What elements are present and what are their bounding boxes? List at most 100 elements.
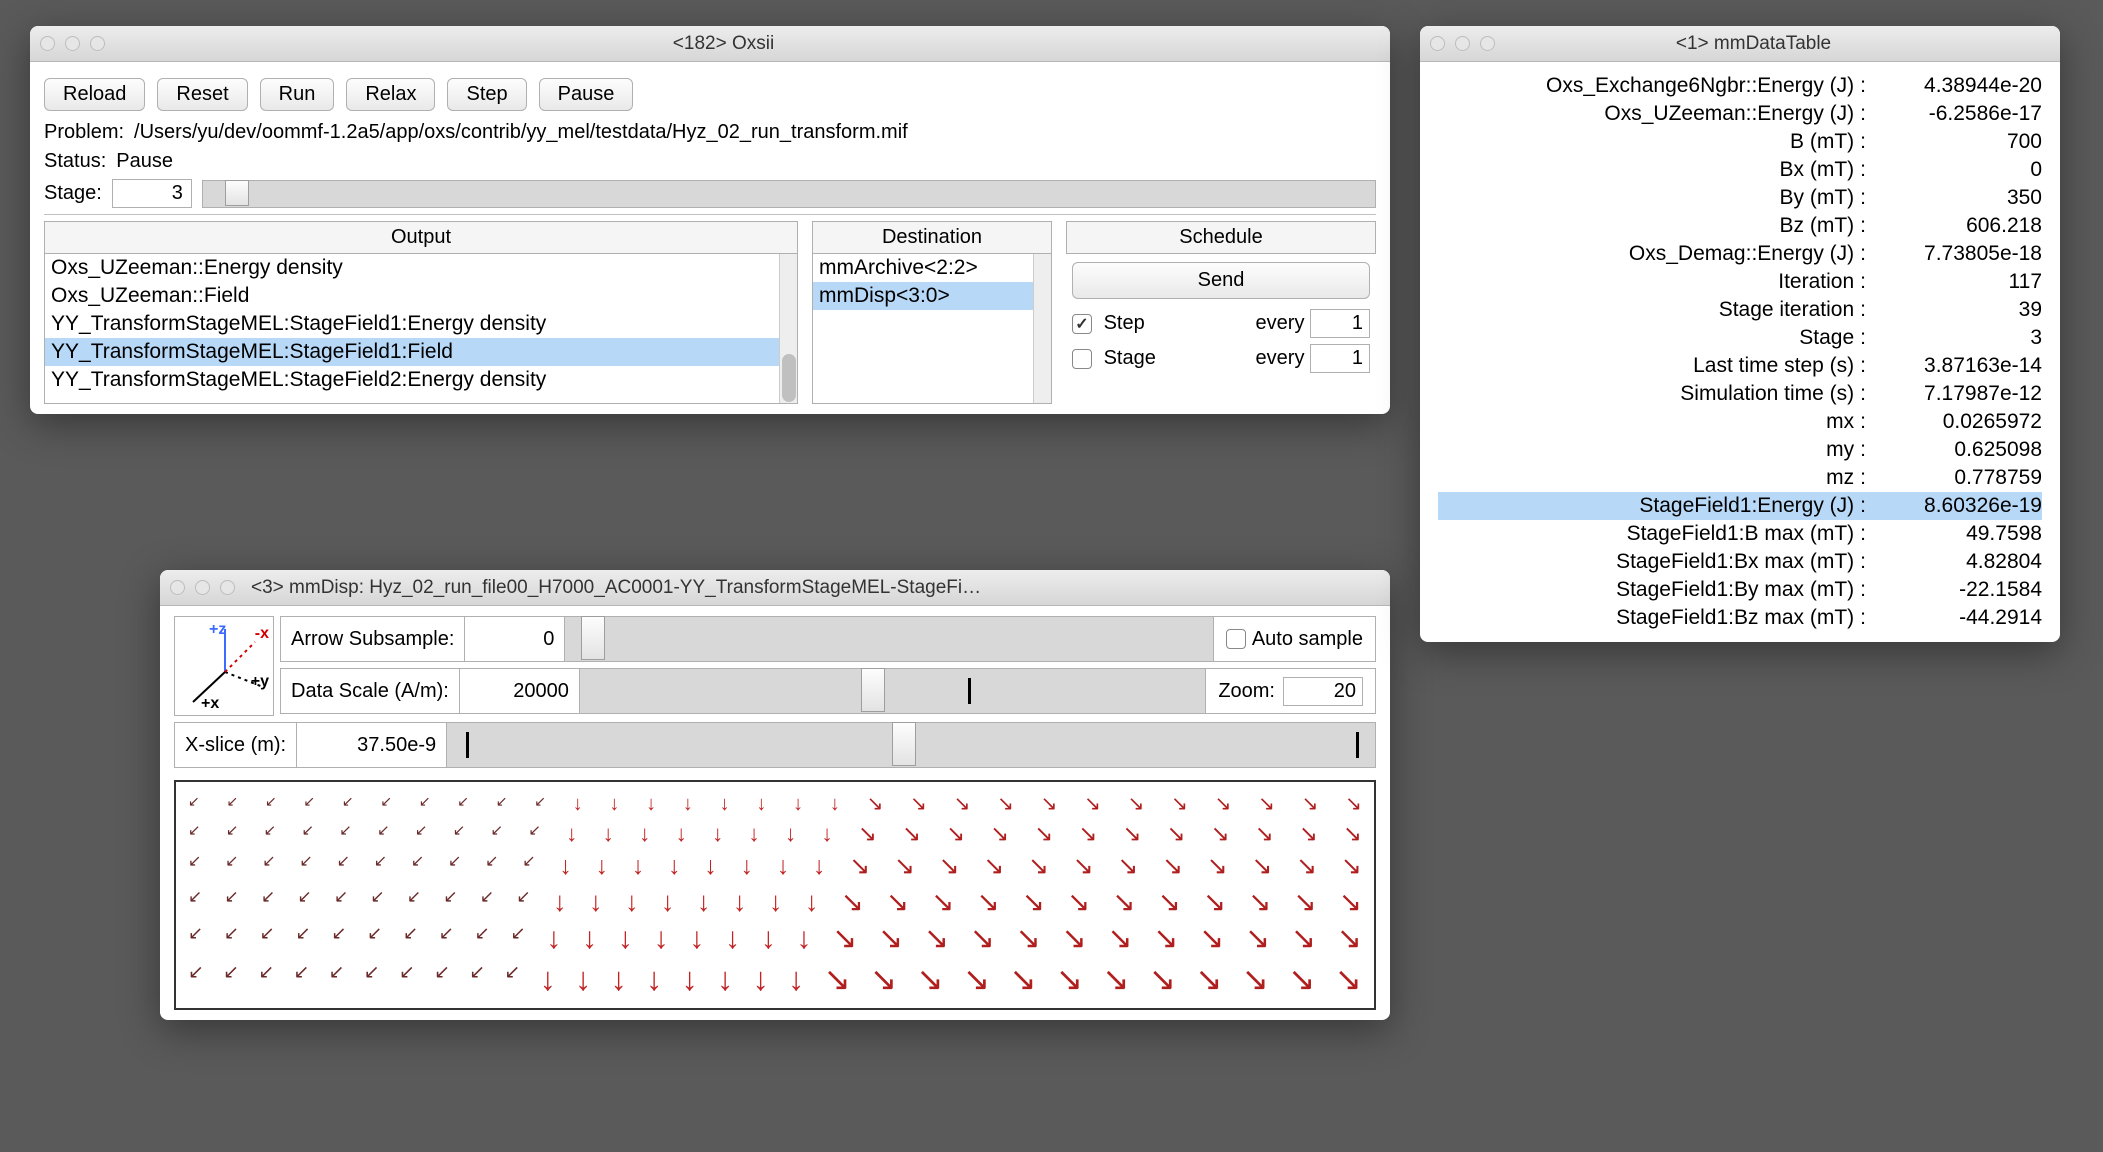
stage-slider-thumb[interactable] xyxy=(225,180,249,206)
destination-list-item[interactable]: mmArchive<2:2> xyxy=(813,254,1033,282)
vector-arrow-icon: ↘ xyxy=(1016,924,1041,954)
send-button[interactable]: Send xyxy=(1072,262,1370,299)
close-icon[interactable] xyxy=(1430,36,1445,51)
datatable-row[interactable]: Bx (mT):0 xyxy=(1438,156,2042,184)
close-icon[interactable] xyxy=(170,580,185,595)
datatable-row[interactable]: my:0.625098 xyxy=(1438,436,2042,464)
datatable-key: my xyxy=(1438,438,1854,462)
stage-slider[interactable] xyxy=(202,180,1376,208)
data-scale-input[interactable]: 20000 xyxy=(459,669,579,713)
auto-sample-checkbox[interactable] xyxy=(1226,629,1246,649)
arrow-subsample-input[interactable]: 0 xyxy=(464,617,564,661)
stage-checkbox[interactable] xyxy=(1072,349,1092,369)
zoom-icon[interactable] xyxy=(1480,36,1495,51)
xslice-input[interactable]: 37.50e-9 xyxy=(296,723,446,767)
datatable-row[interactable]: Oxs_Exchange6Ngbr::Energy (J):4.38944e-2… xyxy=(1438,72,2042,100)
vector-arrow-icon: ↘ xyxy=(990,823,1009,846)
vector-arrow-icon: ↙ xyxy=(534,794,546,814)
datatable-row[interactable]: Bz (mT):606.218 xyxy=(1438,212,2042,240)
zoom-icon[interactable] xyxy=(220,580,235,595)
reload-button[interactable]: Reload xyxy=(44,78,145,111)
datatable-row[interactable]: StageField1:Energy (J):8.60326e-19 xyxy=(1438,492,2042,520)
datatable-row[interactable]: StageField1:Bx max (mT):4.82804 xyxy=(1438,548,2042,576)
minimize-icon[interactable] xyxy=(1455,36,1470,51)
vector-row: ↙↙↙↙↙↙↙↙↙↙↓↓↓↓↓↓↓↓↘↘↘↘↘↘↘↘↘↘↘↘ xyxy=(188,924,1362,954)
vector-arrow-icon: ↘ xyxy=(970,924,995,954)
vector-arrow-icon: ↙ xyxy=(293,963,309,996)
minimize-icon[interactable] xyxy=(65,36,80,51)
datatable-row[interactable]: Stage:3 xyxy=(1438,324,2042,352)
data-scale-thumb[interactable] xyxy=(861,668,885,712)
destination-list-item[interactable]: mmDisp<3:0> xyxy=(813,282,1033,310)
reset-button[interactable]: Reset xyxy=(157,78,247,111)
window-controls[interactable] xyxy=(170,580,235,595)
colon: : xyxy=(1854,410,1872,434)
output-list-item[interactable]: YY_TransformStageMEL:StageField1:Field xyxy=(45,338,779,366)
data-scale-slider[interactable] xyxy=(579,669,1205,713)
datatable-value: 0.778759 xyxy=(1872,466,2042,490)
step-button[interactable]: Step xyxy=(447,78,526,111)
vector-arrow-icon: ↓ xyxy=(676,823,687,846)
vector-arrow-icon: ↙ xyxy=(299,854,312,879)
arrow-subsample-thumb[interactable] xyxy=(581,616,605,660)
datatable-row[interactable]: B (mT):700 xyxy=(1438,128,2042,156)
step-checkbox[interactable] xyxy=(1072,314,1092,334)
vector-arrow-icon: ↙ xyxy=(226,823,239,846)
xslice-slider[interactable] xyxy=(446,723,1375,767)
vector-field-display[interactable]: ↙↙↙↙↙↙↙↙↙↙↓↓↓↓↓↓↓↓↘↘↘↘↘↘↘↘↘↘↘↘↙↙↙↙↙↙↙↙↙↙… xyxy=(174,780,1376,1010)
relax-button[interactable]: Relax xyxy=(346,78,435,111)
stage-value[interactable]: 3 xyxy=(112,179,192,208)
vector-arrow-icon: ↘ xyxy=(977,888,1000,916)
destination-scrollbar[interactable] xyxy=(1033,254,1051,403)
vector-arrow-icon: ↘ xyxy=(1067,888,1090,916)
datatable-row[interactable]: Last time step (s):3.87163e-14 xyxy=(1438,352,2042,380)
output-listbox[interactable]: Oxs_UZeeman::Energy densityOxs_UZeeman::… xyxy=(44,254,798,404)
mmdisp-title: <3> mmDisp: Hyz_02_run_file00_H7000_AC00… xyxy=(247,577,1380,599)
datatable-value: 4.38944e-20 xyxy=(1872,74,2042,98)
vector-arrow-icon: ↓ xyxy=(683,794,693,814)
vector-arrow-icon: ↘ xyxy=(1084,794,1101,814)
output-scrollbar[interactable] xyxy=(779,254,797,403)
zoom-icon[interactable] xyxy=(90,36,105,51)
datatable-row[interactable]: Oxs_UZeeman::Energy (J):-6.2586e-17 xyxy=(1438,100,2042,128)
mmdatatable-titlebar[interactable]: <1> mmDataTable xyxy=(1420,26,2060,62)
oxsii-titlebar[interactable]: <182> Oxsii xyxy=(30,26,1390,62)
datatable-row[interactable]: StageField1:Bz max (mT):-44.2914 xyxy=(1438,604,2042,632)
colon: : xyxy=(1854,158,1872,182)
vector-arrow-icon: ↙ xyxy=(295,924,310,954)
datatable-row[interactable]: StageField1:B max (mT):49.7598 xyxy=(1438,520,2042,548)
datatable-row[interactable]: Oxs_Demag::Energy (J):7.73805e-18 xyxy=(1438,240,2042,268)
vector-arrow-icon: ↘ xyxy=(1288,963,1315,996)
window-controls[interactable] xyxy=(1430,36,1495,51)
zoom-input[interactable]: 20 xyxy=(1283,677,1363,706)
output-list-item[interactable]: YY_TransformStageMEL:StageField1:Energy … xyxy=(45,310,779,338)
pause-button[interactable]: Pause xyxy=(539,78,634,111)
vector-arrow-icon: ↓ xyxy=(717,963,733,996)
datatable-row[interactable]: mz:0.778759 xyxy=(1438,464,2042,492)
vector-row: ↙↙↙↙↙↙↙↙↙↙↓↓↓↓↓↓↓↓↘↘↘↘↘↘↘↘↘↘↘↘ xyxy=(188,823,1362,846)
datatable-value: 0.0265972 xyxy=(1872,410,2042,434)
datatable-row[interactable]: By (mT):350 xyxy=(1438,184,2042,212)
run-button[interactable]: Run xyxy=(260,78,335,111)
window-controls[interactable] xyxy=(40,36,105,51)
vector-arrow-icon: ↘ xyxy=(1337,924,1362,954)
datatable-row[interactable]: Simulation time (s):7.17987e-12 xyxy=(1438,380,2042,408)
datatable-row[interactable]: mx:0.0265972 xyxy=(1438,408,2042,436)
close-icon[interactable] xyxy=(40,36,55,51)
arrow-subsample-slider[interactable] xyxy=(564,617,1212,661)
output-list-item[interactable]: YY_TransformStageMEL:StageField2:Energy … xyxy=(45,366,779,394)
stage-every-input[interactable]: 1 xyxy=(1310,344,1370,373)
step-every-input[interactable]: 1 xyxy=(1310,309,1370,338)
vector-arrow-icon: ↓ xyxy=(689,924,704,954)
datatable-row[interactable]: Iteration:117 xyxy=(1438,268,2042,296)
vector-arrow-icon: ↘ xyxy=(1102,963,1129,996)
datatable-row[interactable]: StageField1:By max (mT):-22.1584 xyxy=(1438,576,2042,604)
destination-listbox[interactable]: mmArchive<2:2>mmDisp<3:0> xyxy=(812,254,1052,404)
output-list-item[interactable]: Oxs_UZeeman::Field xyxy=(45,282,779,310)
mmdisp-titlebar[interactable]: <3> mmDisp: Hyz_02_run_file00_H7000_AC00… xyxy=(160,570,1390,606)
xslice-thumb[interactable] xyxy=(892,722,916,766)
output-scroll-thumb[interactable] xyxy=(782,354,796,402)
minimize-icon[interactable] xyxy=(195,580,210,595)
datatable-row[interactable]: Stage iteration:39 xyxy=(1438,296,2042,324)
output-list-item[interactable]: Oxs_UZeeman::Energy density xyxy=(45,254,779,282)
